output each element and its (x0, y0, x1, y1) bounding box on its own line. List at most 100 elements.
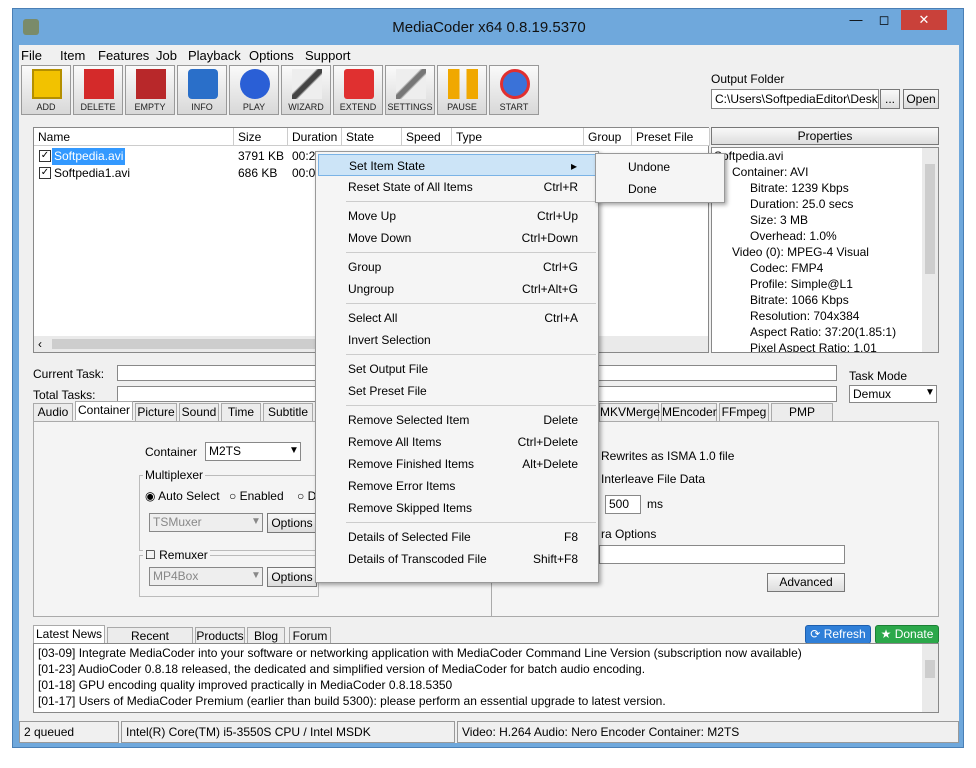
refresh-button[interactable]: ⟳ Refresh (805, 625, 871, 644)
tab-mencoder[interactable]: MEncoder (661, 403, 717, 422)
news-vscroll[interactable] (922, 644, 938, 712)
properties-tree[interactable]: Softpedia.avi Container: AVI Bitrate: 12… (711, 147, 939, 353)
play-button[interactable]: PLAY (229, 65, 279, 115)
list-item[interactable]: [01-23] AudioCoder 0.8.18 released, the … (38, 661, 645, 678)
output-folder-input[interactable]: C:\Users\SoftpediaEditor\Desktop (711, 89, 879, 109)
scroll-thumb[interactable] (925, 164, 935, 274)
tree-item[interactable]: Pixel Aspect Ratio: 1.01 (750, 340, 877, 352)
menu-set-preset-file[interactable]: Set Preset File (318, 380, 596, 402)
remuxer-options-button[interactable]: Options (267, 567, 317, 587)
submenu-done[interactable]: Done (598, 178, 722, 200)
menu-remove-finished[interactable]: Remove Finished Items Alt+Delete (318, 453, 596, 475)
menu-set-output-file[interactable]: Set Output File (318, 358, 596, 380)
tree-item[interactable]: Bitrate: 1239 Kbps (750, 180, 849, 197)
empty-button[interactable]: EMPTY (125, 65, 175, 115)
maximize-icon[interactable]: ◻ (871, 10, 897, 30)
column-duration[interactable]: Duration (288, 128, 342, 146)
tree-item[interactable]: Resolution: 704x384 (750, 308, 859, 325)
properties-header[interactable]: Properties (711, 127, 939, 145)
minimize-icon[interactable]: — (843, 10, 869, 30)
list-item[interactable]: [01-17] Users of MediaCoder Premium (ear… (38, 693, 666, 710)
muxer-select[interactable]: TSMuxer (149, 513, 263, 532)
menu-options[interactable]: Options (249, 48, 294, 63)
menu-details-transcoded[interactable]: Details of Transcoded File Shift+F8 (318, 548, 596, 570)
menu-remove-selected[interactable]: Remove Selected Item Delete (318, 409, 596, 431)
menu-features[interactable]: Features (98, 48, 149, 63)
tab-picture[interactable]: Picture (135, 403, 177, 422)
add-button[interactable]: ADD (21, 65, 71, 115)
tab-latest-news[interactable]: Latest News (33, 625, 105, 644)
scroll-thumb[interactable] (52, 339, 332, 349)
tab-container[interactable]: Container (75, 401, 133, 420)
tree-item[interactable]: Container: AVI (732, 164, 809, 181)
delete-button[interactable]: DELETE (73, 65, 123, 115)
tab-ffmpeg[interactable]: FFmpeg (719, 403, 769, 422)
info-button[interactable]: INFO (177, 65, 227, 115)
container-select[interactable]: M2TS (205, 442, 301, 461)
open-button[interactable]: Open (903, 89, 939, 109)
column-name[interactable]: Name (34, 128, 234, 146)
tree-item[interactable]: Overhead: 1.0% (750, 228, 837, 245)
chevron-down-icon[interactable]: ▼ (251, 570, 261, 581)
title-bar[interactable]: MediaCoder x64 0.8.19.5370 — ◻ ✕ (13, 9, 965, 47)
muxer-options-button[interactable]: Options (267, 513, 317, 533)
tree-item[interactable]: Duration: 25.0 secs (750, 196, 853, 213)
menu-reset-state[interactable]: Reset State of All Items Ctrl+R (318, 176, 596, 198)
tree-item[interactable]: Video (0): MPEG-4 Visual (732, 244, 869, 261)
extra-options-input[interactable] (599, 545, 845, 564)
properties-vscroll[interactable] (922, 148, 938, 352)
interleave-input[interactable]: 500 (605, 495, 641, 514)
tree-item[interactable]: Aspect Ratio: 37:20(1.85:1) (750, 324, 896, 341)
remuxer-checkbox[interactable]: ☐ Remuxer (143, 548, 210, 562)
pause-button[interactable]: PAUSE (437, 65, 487, 115)
menu-select-all[interactable]: Select All Ctrl+A (318, 307, 596, 329)
tab-pmp-muxer[interactable]: PMP Muxer (771, 403, 833, 436)
menu-remove-error[interactable]: Remove Error Items (318, 475, 596, 497)
start-button[interactable]: START (489, 65, 539, 115)
menu-item[interactable]: Item (60, 48, 85, 63)
tab-time[interactable]: Time (221, 403, 261, 422)
list-item[interactable]: [01-18] GPU encoding quality improved pr… (38, 677, 452, 694)
row-checkbox[interactable]: ✓ (39, 150, 51, 162)
chevron-down-icon[interactable]: ▼ (251, 516, 261, 527)
column-type[interactable]: Type (452, 128, 584, 146)
menu-remove-all[interactable]: Remove All Items Ctrl+Delete (318, 431, 596, 453)
auto-select-radio[interactable]: ◉ Auto Select (145, 489, 220, 503)
column-speed[interactable]: Speed (402, 128, 452, 146)
news-list[interactable]: [03-09] Integrate MediaCoder into your s… (33, 643, 939, 713)
settings-button[interactable]: SETTINGS (385, 65, 435, 115)
extend-button[interactable]: EXTEND (333, 65, 383, 115)
chevron-down-icon[interactable]: ▼ (925, 387, 935, 398)
column-state[interactable]: State (342, 128, 402, 146)
menu-job[interactable]: Job (156, 48, 177, 63)
menu-move-down[interactable]: Move Down Ctrl+Down (318, 227, 596, 249)
tree-item[interactable]: Codec: FMP4 (750, 260, 823, 277)
donate-button[interactable]: ★ Donate (875, 625, 939, 644)
interleave-option[interactable]: Interleave File Data (601, 472, 705, 486)
menu-playback[interactable]: Playback (188, 48, 241, 63)
tab-subtitle[interactable]: Subtitle (263, 403, 313, 422)
isma-option[interactable]: Rewrites as ISMA 1.0 file (601, 449, 734, 463)
task-mode-select[interactable]: Demux (849, 385, 937, 403)
menu-details-selected[interactable]: Details of Selected File F8 (318, 526, 596, 548)
column-preset-file[interactable]: Preset File (632, 128, 710, 146)
menu-support[interactable]: Support (305, 48, 351, 63)
tab-mkvmerge[interactable]: MKVMerge (599, 403, 660, 422)
browse-button[interactable]: ... (880, 89, 900, 109)
list-item[interactable]: [03-09] Integrate MediaCoder into your s… (38, 645, 802, 662)
submenu-undone[interactable]: Undone (598, 156, 722, 178)
menu-set-item-state[interactable]: Set Item State ▸ (318, 154, 596, 176)
close-icon[interactable]: ✕ (901, 10, 947, 30)
tree-item[interactable]: Size: 3 MB (750, 212, 808, 229)
tab-sound[interactable]: Sound (179, 403, 219, 422)
wizard-button[interactable]: WIZARD (281, 65, 331, 115)
menu-remove-skipped[interactable]: Remove Skipped Items (318, 497, 596, 519)
chevron-down-icon[interactable]: ▼ (289, 445, 299, 456)
disabled-radio[interactable]: ○ D (297, 489, 316, 503)
row-checkbox[interactable]: ✓ (39, 167, 51, 179)
tree-item[interactable]: Bitrate: 1066 Kbps (750, 292, 849, 309)
column-size[interactable]: Size (234, 128, 288, 146)
menu-invert-selection[interactable]: Invert Selection (318, 329, 596, 351)
tree-item[interactable]: Profile: Simple@L1 (750, 276, 853, 293)
scroll-thumb[interactable] (925, 660, 935, 678)
